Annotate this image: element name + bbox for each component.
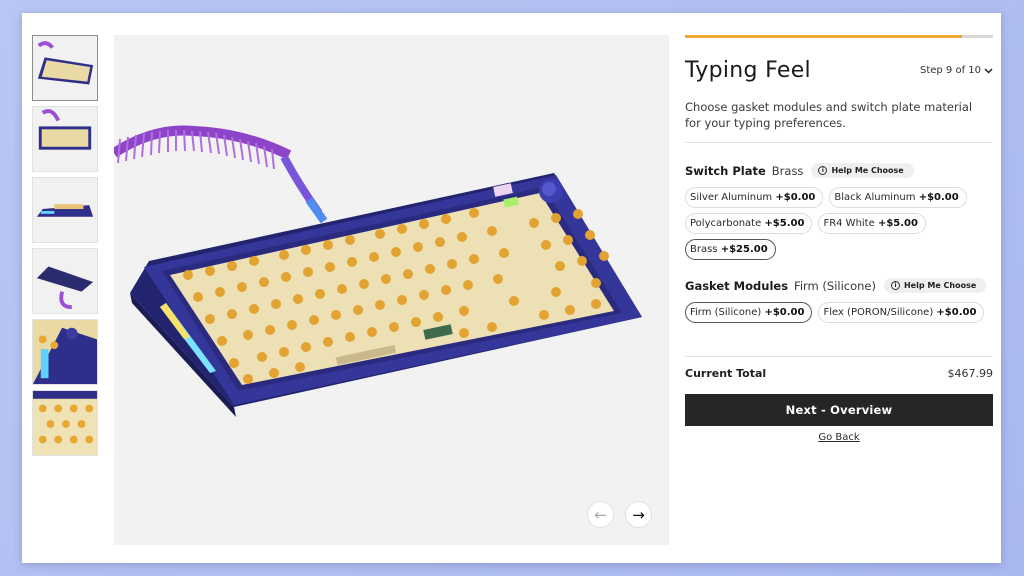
thumbnail-keyboard-top-view[interactable] xyxy=(32,35,98,101)
configurator-panel: Typing Feel Step 9 of 10 Choose gasket m… xyxy=(685,35,993,443)
option-price: +$25.00 xyxy=(720,244,768,255)
thumbnail-keycaps-closeup[interactable] xyxy=(32,390,98,456)
option-flex-poron-silicone[interactable]: Flex (PORON/Silicone) +$0.00 xyxy=(818,302,985,323)
gasket-modules-selected: Firm (Silicone) xyxy=(794,278,876,293)
option-name: Black Aluminum xyxy=(834,192,916,203)
go-back-row: Go Back xyxy=(685,432,993,443)
option-black-aluminum[interactable]: Black Aluminum +$0.00 xyxy=(829,187,967,208)
option-price: +$0.00 xyxy=(918,192,959,203)
arrow-left-icon: ← xyxy=(594,505,607,524)
thumbnail-keyboard-corner-closeup[interactable] xyxy=(32,319,98,385)
previous-image-button[interactable]: ← xyxy=(587,501,614,528)
thumbnail-list xyxy=(32,35,98,461)
help-label: Help Me Choose xyxy=(903,281,977,290)
option-name: Firm (Silicone) xyxy=(690,307,762,318)
product-image-viewer: ← → xyxy=(114,35,669,545)
step-progress-fill xyxy=(685,35,963,38)
gasket-modules-options: Firm (Silicone) +$0.00 Flex (PORON/Silic… xyxy=(685,302,993,323)
option-price: +$0.00 xyxy=(775,192,816,203)
option-polycarbonate[interactable]: Polycarbonate +$5.00 xyxy=(685,213,813,234)
current-total-label: Current Total xyxy=(685,367,767,380)
app-window: ← → Typing Feel Step 9 of 10 Choose gask… xyxy=(22,13,1001,563)
option-name: FR4 White xyxy=(823,218,875,229)
current-total-row: Current Total $467.99 xyxy=(685,367,993,380)
step-description: Choose gasket modules and switch plate m… xyxy=(685,100,973,130)
switch-plate-help-button[interactable]: i Help Me Choose xyxy=(811,163,914,178)
option-price: +$0.00 xyxy=(764,307,805,318)
switch-plate-selected: Brass xyxy=(771,163,804,178)
option-name: Flex (PORON/Silicone) xyxy=(823,307,934,318)
next-overview-button[interactable]: Next - Overview xyxy=(685,394,993,426)
gasket-modules-header: Gasket Modules Firm (Silicone) i Help Me… xyxy=(685,278,993,293)
option-silver-aluminum[interactable]: Silver Aluminum +$0.00 xyxy=(685,187,824,208)
option-name: Polycarbonate xyxy=(690,218,762,229)
thumbnail-keyboard-front-view[interactable] xyxy=(32,106,98,172)
option-price: +$5.00 xyxy=(877,218,918,229)
gasket-modules-help-button[interactable]: i Help Me Choose xyxy=(883,278,987,293)
thumbnail-keyboard-bottom-view[interactable] xyxy=(32,248,98,314)
chevron-down-icon xyxy=(984,67,993,74)
arrow-right-icon: → xyxy=(632,505,645,524)
go-back-link[interactable]: Go Back xyxy=(818,432,859,443)
option-name: Silver Aluminum xyxy=(690,192,773,203)
switch-plate-options: Silver Aluminum +$0.00 Black Aluminum +$… xyxy=(685,187,993,260)
option-brass[interactable]: Brass +$25.00 xyxy=(685,239,776,260)
thumbnail-keyboard-side-view[interactable] xyxy=(32,177,98,243)
step-progress-bar xyxy=(685,35,993,38)
step-dropdown[interactable]: Step 9 of 10 xyxy=(920,65,993,76)
divider xyxy=(685,142,993,143)
info-icon: i xyxy=(890,281,900,290)
step-label: Step 9 of 10 xyxy=(919,65,981,76)
option-price: +$5.00 xyxy=(764,218,805,229)
current-total-value: $467.99 xyxy=(947,367,994,380)
next-image-button[interactable]: → xyxy=(625,501,652,528)
page-title: Typing Feel xyxy=(685,58,811,83)
option-name: Brass xyxy=(690,244,718,255)
divider xyxy=(685,356,993,357)
option-price: +$0.00 xyxy=(936,307,977,318)
gasket-modules-label: Gasket Modules xyxy=(685,278,789,293)
keyboard-product-image xyxy=(114,125,642,417)
option-firm-silicone[interactable]: Firm (Silicone) +$0.00 xyxy=(685,302,813,323)
help-label: Help Me Choose xyxy=(831,166,904,175)
option-fr4-white[interactable]: FR4 White +$5.00 xyxy=(818,213,926,234)
switch-plate-header: Switch Plate Brass i Help Me Choose xyxy=(685,163,993,178)
info-icon: i xyxy=(818,166,828,175)
switch-plate-label: Switch Plate xyxy=(685,163,766,178)
